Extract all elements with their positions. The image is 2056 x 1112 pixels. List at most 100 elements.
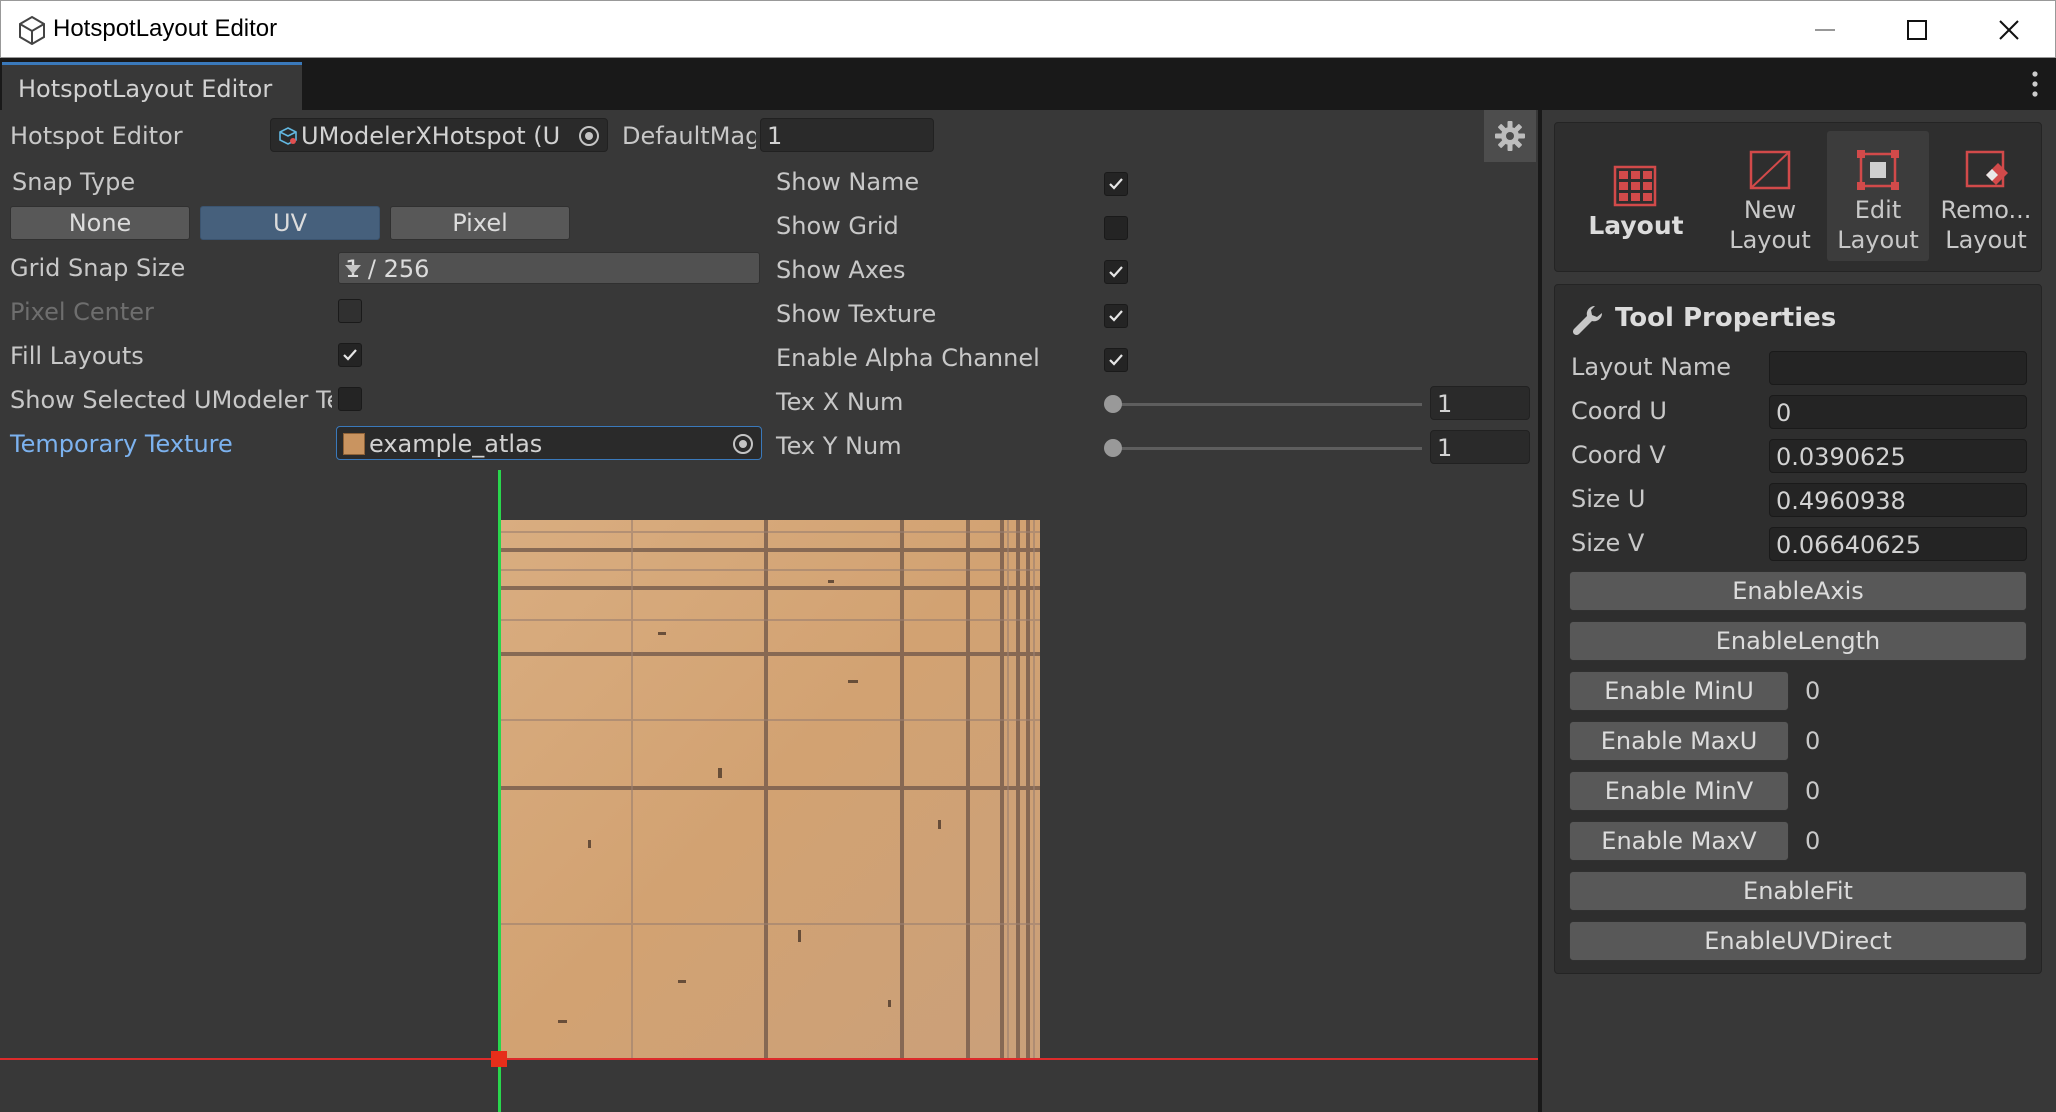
tex-x-num-label: Tex X Num (776, 388, 904, 416)
default-mag-value: 1 (767, 122, 783, 150)
layout-grid-icon (1613, 165, 1657, 207)
enable-length-button[interactable]: EnableLength (1569, 621, 2027, 661)
grid-snap-size-label: Grid Snap Size (10, 254, 186, 282)
tex-y-num-label: Tex Y Num (776, 432, 902, 460)
new-layout-label-2: Layout (1729, 226, 1811, 254)
tex-x-num-field[interactable]: 1 (1430, 386, 1530, 420)
size-v-value: 0.06640625 (1776, 531, 1922, 559)
checkmark-icon (1109, 178, 1123, 190)
new-layout-tool[interactable]: New Layout (1715, 131, 1825, 261)
fill-layouts-label: Fill Layouts (10, 342, 144, 370)
hotspot-object-field[interactable]: UModelerXHotspot (U M (270, 118, 608, 152)
coord-u-field[interactable]: 0 (1769, 395, 2027, 429)
chevron-down-icon (345, 265, 361, 274)
enable-fit-button[interactable]: EnableFit (1569, 871, 2027, 911)
minimize-button[interactable] (1779, 1, 1871, 59)
remove-layout-tool[interactable]: Remo... Layout (1931, 131, 2041, 261)
checkmark-icon (1109, 354, 1123, 366)
fill-layouts-checkbox[interactable] (338, 343, 362, 367)
coord-u-value: 0 (1776, 399, 1792, 427)
u-axis-line (0, 1058, 1538, 1060)
size-v-label: Size V (1571, 529, 1645, 557)
show-texture-label: Show Texture (776, 300, 937, 328)
tex-y-num-field[interactable]: 1 (1430, 430, 1530, 464)
coord-v-label: Coord V (1571, 441, 1666, 469)
hotspot-object-value: UModelerXHotspot (U M (301, 122, 569, 150)
show-texture-checkbox[interactable] (1104, 304, 1128, 328)
settings-button[interactable] (1484, 110, 1536, 162)
gear-icon (1495, 121, 1525, 151)
temporary-texture-label: Temporary Texture (10, 430, 233, 458)
origin-handle[interactable] (491, 1051, 507, 1067)
v-axis-line (498, 470, 501, 1112)
tex-y-num-slider-track[interactable] (1112, 447, 1422, 450)
hotspot-editor-label: Hotspot Editor (10, 122, 183, 150)
snap-option-none[interactable]: None (10, 206, 190, 240)
show-axes-checkbox[interactable] (1104, 260, 1128, 284)
hotspot-asset-icon (279, 127, 297, 145)
show-grid-label: Show Grid (776, 212, 899, 240)
show-grid-checkbox[interactable] (1104, 216, 1128, 240)
show-axes-label: Show Axes (776, 256, 906, 284)
layout-name-field[interactable] (1769, 351, 2027, 385)
default-mag-label: DefaultMag (622, 122, 756, 150)
minu-value: 0 (1805, 677, 1821, 705)
edit-layout-tool[interactable]: Edit Layout (1827, 131, 1929, 261)
maximize-button[interactable] (1871, 1, 1963, 59)
tex-y-num-value: 1 (1437, 434, 1453, 462)
tab-hotspotlayout-editor[interactable]: HotspotLayout Editor (2, 62, 302, 110)
object-picker-icon[interactable] (579, 126, 599, 146)
show-selected-checkbox[interactable] (338, 387, 362, 411)
layout-tool-label: Layout (1588, 211, 1684, 240)
tex-y-num-slider-thumb[interactable] (1104, 439, 1122, 457)
enable-uvdirect-button[interactable]: EnableUVDirect (1569, 921, 2027, 961)
size-u-value: 0.4960938 (1776, 487, 1906, 515)
eraser-icon (1965, 150, 2008, 188)
enable-minv-button[interactable]: Enable MinV (1569, 771, 1789, 811)
tex-x-num-slider-track[interactable] (1112, 403, 1422, 406)
enable-axis-button[interactable]: EnableAxis (1569, 571, 2027, 611)
pixel-center-checkbox[interactable] (338, 299, 362, 323)
show-selected-label: Show Selected UModeler Te (10, 386, 332, 414)
coord-u-label: Coord U (1571, 397, 1667, 425)
texture-thumbnail-icon (343, 433, 365, 455)
snap-option-uv[interactable]: UV (200, 206, 380, 240)
snap-option-pixel[interactable]: Pixel (390, 206, 570, 240)
checkmark-icon (343, 349, 357, 361)
tex-x-num-value: 1 (1437, 390, 1453, 418)
enable-alpha-channel-checkbox[interactable] (1104, 348, 1128, 372)
texture-picker-icon[interactable] (733, 434, 753, 454)
texture-canvas[interactable] (498, 520, 1040, 1060)
checkmark-icon (1109, 266, 1123, 278)
new-layout-icon (1749, 150, 1791, 190)
checkmark-icon (1109, 310, 1123, 322)
window-title: HotspotLayout Editor (53, 15, 278, 42)
tool-selector: Layout New Layout Edit Layout Remo... La… (1554, 122, 2042, 272)
window-titlebar: HotspotLayout Editor (0, 0, 2056, 58)
remove-layout-label-1: Remo... (1940, 196, 2032, 224)
default-mag-field[interactable]: 1 (760, 118, 934, 152)
tex-x-num-slider-thumb[interactable] (1104, 395, 1122, 413)
tool-properties-panel: Tool Properties Layout Name Coord U 0 Co… (1554, 284, 2042, 974)
close-button[interactable] (1963, 1, 2055, 59)
wrench-icon (1572, 305, 1603, 336)
minv-value: 0 (1805, 777, 1821, 805)
edit-layout-label-2: Layout (1837, 226, 1919, 254)
enable-maxv-button[interactable]: Enable MaxV (1569, 821, 1789, 861)
enable-maxu-button[interactable]: Enable MaxU (1569, 721, 1789, 761)
tool-properties-title: Tool Properties (1615, 303, 1837, 333)
grid-snap-size-dropdown[interactable]: 1 / 256 (338, 252, 760, 284)
kebab-menu-icon[interactable] (2032, 70, 2038, 98)
remove-layout-label-2: Layout (1945, 226, 2027, 254)
enable-minu-button[interactable]: Enable MinU (1569, 671, 1789, 711)
show-name-checkbox[interactable] (1104, 172, 1128, 196)
temporary-texture-field[interactable]: example_atlas (336, 426, 762, 460)
size-v-field[interactable]: 0.06640625 (1769, 527, 2027, 561)
layout-tool[interactable]: Layout (1561, 131, 1711, 261)
layout-name-label: Layout Name (1571, 353, 1732, 381)
enable-alpha-channel-label: Enable Alpha Channel (776, 344, 1040, 372)
maximize-icon (1907, 20, 1927, 40)
coord-v-field[interactable]: 0.0390625 (1769, 439, 2027, 473)
maxv-value: 0 (1805, 827, 1821, 855)
size-u-field[interactable]: 0.4960938 (1769, 483, 2027, 517)
